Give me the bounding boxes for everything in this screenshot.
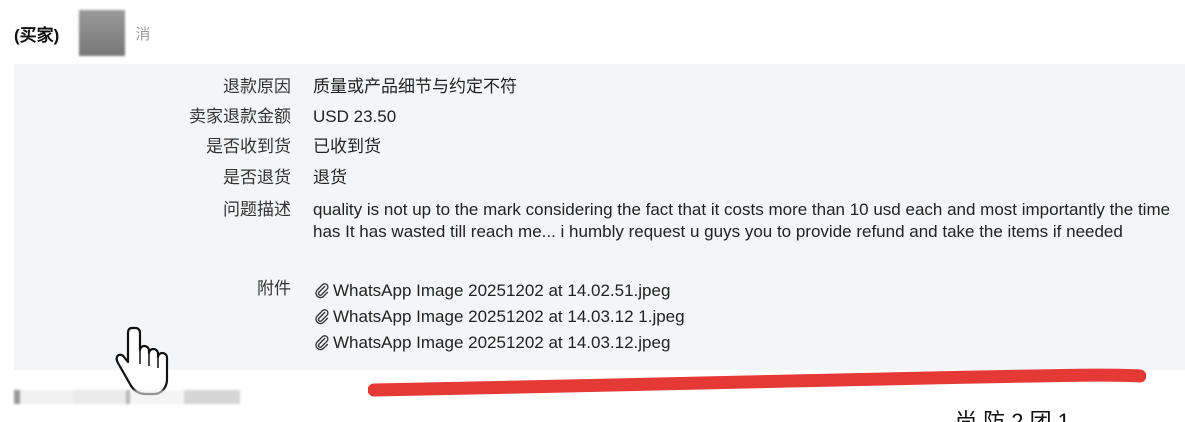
refund-amount-row: 卖家退款金额 USD 23.50 <box>14 106 1173 128</box>
buyer-header: (买家) 消 <box>14 10 151 56</box>
problem-description-value: quality is not up to the mark considerin… <box>313 200 1171 241</box>
attachment-filename[interactable]: WhatsApp Image 20251202 at 14.03.12.jpeg <box>333 332 670 354</box>
attachments-list: WhatsApp Image 20251202 at 14.02.51.jpeg… <box>313 278 1173 356</box>
refund-reason-row: 退款原因 质量或产品细节与约定不符 <box>14 76 1173 98</box>
paperclip-icon <box>315 283 329 299</box>
buyer-role-label: (买家) <box>14 25 60 45</box>
attachment-filename[interactable]: WhatsApp Image 20251202 at 14.02.51.jpeg <box>333 280 670 302</box>
paperclip-icon <box>315 309 329 325</box>
return-goods-row: 是否退货 退货 <box>14 167 1173 189</box>
refund-detail-page: (买家) 消 退款原因 质量或产品细节与约定不符 卖家退款金额 USD 23.5… <box>0 0 1185 422</box>
blurred-avatar <box>79 10 126 56</box>
goods-received-value: 已收到货 <box>313 137 381 156</box>
problem-description-label: 问题描述 <box>223 200 291 219</box>
goods-received-label: 是否收到货 <box>206 137 291 156</box>
refund-reason-value: 质量或产品细节与约定不符 <box>313 77 517 96</box>
refund-reason-label: 退款原因 <box>223 77 291 96</box>
red-underline-annotation <box>368 368 1146 397</box>
return-goods-label: 是否退货 <box>223 168 291 187</box>
attachment-link[interactable]: WhatsApp Image 20251202 at 14.03.12 1.jp… <box>313 304 1173 330</box>
blurred-footer-text <box>14 390 240 404</box>
attachments-row: 附件 WhatsApp Image 20251202 at 14.02.51.j… <box>14 278 1173 356</box>
buyer-name-faded: 消 <box>135 25 151 43</box>
attachment-filename[interactable]: WhatsApp Image 20251202 at 14.03.12 1.jp… <box>333 306 685 328</box>
refund-amount-value: USD 23.50 <box>313 107 397 126</box>
attachment-link[interactable]: WhatsApp Image 20251202 at 14.03.12.jpeg <box>313 330 1173 356</box>
refund-amount-label: 卖家退款金额 <box>189 107 291 126</box>
return-goods-value: 退货 <box>313 168 347 187</box>
refund-info-panel: 退款原因 质量或产品细节与约定不符 卖家退款金额 USD 23.50 是否收到货… <box>14 64 1185 370</box>
attachment-link[interactable]: WhatsApp Image 20251202 at 14.02.51.jpeg <box>313 278 1173 304</box>
hand-pointer-icon <box>115 326 169 396</box>
paperclip-icon <box>315 335 329 351</box>
goods-received-row: 是否收到货 已收到货 <box>14 136 1173 158</box>
problem-description-row: 问题描述 quality is not up to the mark consi… <box>14 199 1173 243</box>
cut-off-corner-text: 尚 防 2 团 1 . <box>955 409 1083 422</box>
